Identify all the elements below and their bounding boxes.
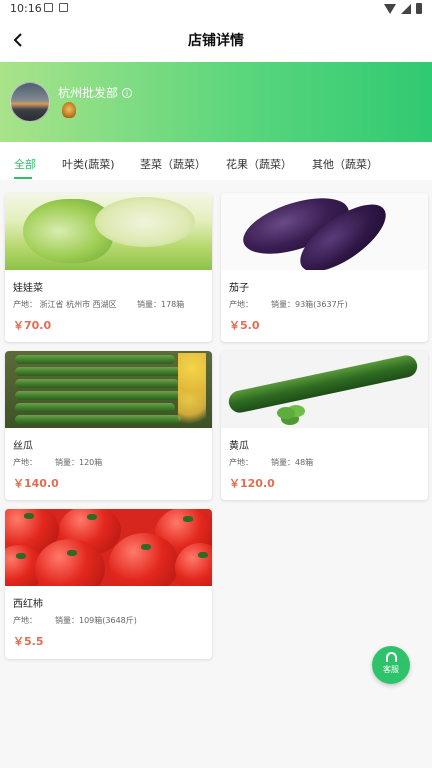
product-origin: 产地： [229, 300, 253, 309]
nav-bar: 店铺详情 [0, 18, 432, 62]
product-image-luffa [5, 351, 212, 428]
shop-banner: 杭州批发部 i [0, 62, 432, 142]
product-price: ￥5.5 [13, 635, 44, 648]
product-price: ￥120.0 [229, 477, 275, 490]
product-sales: 销量：178箱 [137, 300, 185, 309]
product-origin: 产地： [13, 458, 37, 467]
active-tab-indicator [14, 177, 32, 179]
headset-icon [385, 652, 397, 662]
tab-flower-fruit[interactable]: 花果（蔬菜） [226, 156, 292, 172]
battery-icon [416, 3, 422, 14]
luffa-shape [15, 403, 175, 412]
luffa-shape [15, 415, 181, 424]
shop-name[interactable]: 杭州批发部 i [58, 84, 133, 101]
product-name: 丝瓜 [13, 441, 33, 452]
product-name: 西红柿 [13, 599, 43, 610]
tomato-shape [109, 533, 179, 586]
page-title: 店铺详情 [188, 33, 244, 49]
product-name: 娃娃菜 [13, 283, 43, 294]
product-meta: 产地： 销量：109箱(3648斤) [13, 615, 137, 626]
product-card[interactable]: 丝瓜 产地： 销量：120箱 ￥140.0 [5, 351, 212, 500]
luffa-shape [15, 379, 179, 388]
info-icon[interactable]: i [122, 87, 133, 98]
wifi-icon [384, 3, 396, 14]
tab-stem[interactable]: 茎菜（蔬菜） [140, 156, 206, 172]
tab-all[interactable]: 全部 [14, 156, 36, 172]
luffa-shape [15, 355, 175, 364]
product-origin: 产地： [229, 458, 253, 467]
luffa-shape [15, 391, 185, 400]
product-card[interactable]: 西红柿 产地： 销量：109箱(3648斤) ￥5.5 [5, 509, 212, 659]
product-sales: 销量：93箱(3637斤) [271, 300, 348, 309]
luffa-shape [15, 367, 183, 376]
product-price: ￥5.0 [229, 319, 260, 332]
luffa-flowers [178, 353, 206, 425]
customer-service-button[interactable]: 客服 [372, 646, 410, 684]
shop-badge-icon [62, 102, 76, 118]
product-card[interactable]: 黄瓜 产地： 销量：48箱 ￥120.0 [221, 351, 428, 500]
product-origin: 产地： [13, 616, 37, 625]
product-meta: 产地： 销量：93箱(3637斤) [229, 299, 348, 310]
category-tabs: 全部 叶类(蔬菜) 茎菜（蔬菜） 花果（蔬菜） 其他（蔬菜） [0, 142, 432, 180]
notification-icons [44, 3, 68, 12]
product-price: ￥70.0 [13, 319, 52, 332]
product-name: 茄子 [229, 283, 249, 294]
product-card[interactable]: 茄子 产地： 销量：93箱(3637斤) ￥5.0 [221, 193, 428, 342]
shop-name-text: 杭州批发部 [58, 86, 119, 100]
image-notification-icon [44, 3, 53, 12]
product-sales: 销量：48箱 [271, 458, 314, 467]
product-price: ￥140.0 [13, 477, 59, 490]
tab-leafy[interactable]: 叶类(蔬菜) [62, 156, 115, 172]
product-card[interactable]: 娃娃菜 产地： 浙江省 杭州市 西湖区 销量：178箱 ￥70.0 [5, 193, 212, 342]
product-sales: 销量：109箱(3648斤) [55, 616, 137, 625]
product-meta: 产地： 浙江省 杭州市 西湖区 销量：178箱 [13, 299, 184, 310]
status-bar: 10:16 [0, 0, 432, 18]
tab-other[interactable]: 其他（蔬菜） [312, 156, 378, 172]
customer-service-label: 客服 [383, 665, 399, 674]
signal-icon [401, 3, 411, 14]
system-icons [384, 3, 422, 14]
product-image-eggplant [221, 193, 428, 270]
status-time: 10:16 [10, 2, 42, 15]
product-name: 黄瓜 [229, 441, 249, 452]
product-image-baby-cabbage [5, 193, 212, 270]
product-sales: 销量：120箱 [55, 458, 103, 467]
app-notification-icon [59, 3, 68, 12]
product-image-tomato [5, 509, 212, 586]
shop-avatar [10, 82, 50, 122]
product-meta: 产地： 销量：48箱 [229, 457, 313, 468]
product-image-cucumber [221, 351, 428, 428]
product-meta: 产地： 销量：120箱 [13, 457, 102, 468]
product-origin: 产地： 浙江省 杭州市 西湖区 [13, 300, 117, 309]
